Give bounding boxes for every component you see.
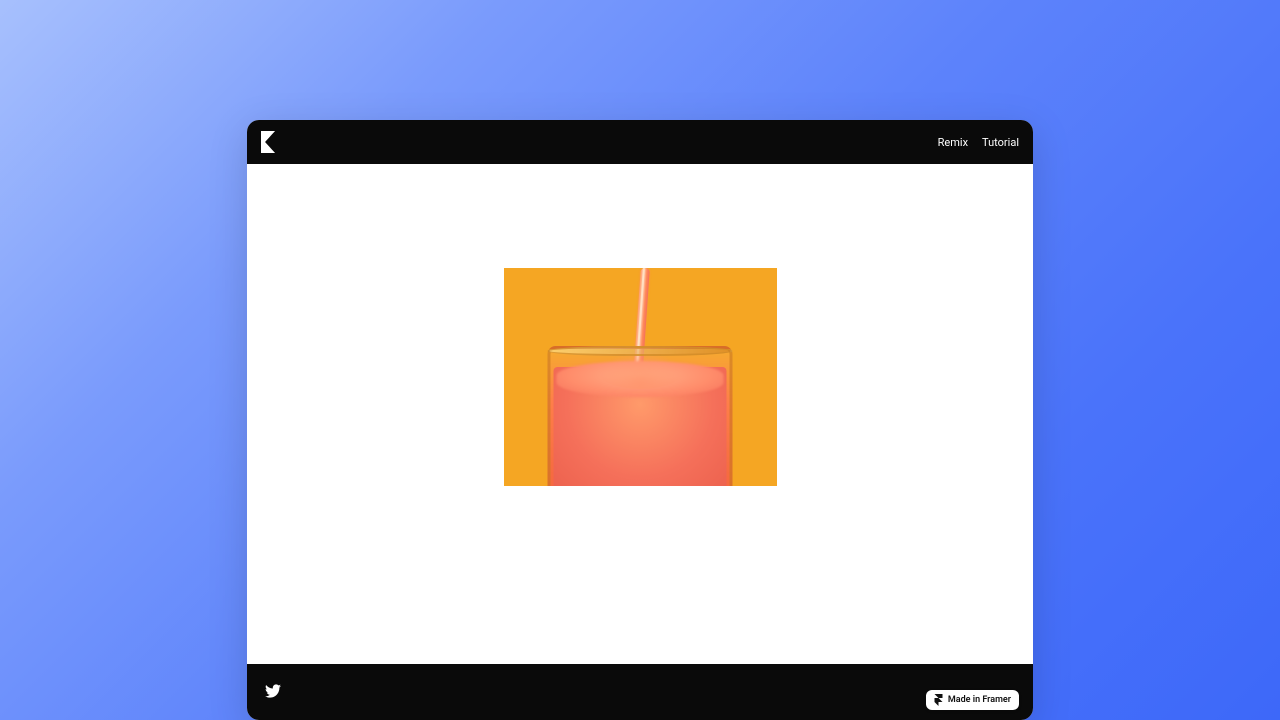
brand-logo[interactable] [261,131,279,153]
framer-icon [934,694,943,706]
topbar: Remix Tutorial [247,120,1033,164]
app-window: Remix Tutorial Ma [247,120,1033,720]
footer: Made in Framer [247,664,1033,720]
glass-rim [548,346,733,356]
nav-link-tutorial[interactable]: Tutorial [982,136,1019,149]
hero-image [504,268,777,486]
glass-body [548,346,733,486]
drink-glass [548,346,733,486]
twitter-link[interactable] [265,683,281,702]
nav-links: Remix Tutorial [938,136,1019,149]
brand-logo-icon [261,131,279,153]
twitter-icon [265,684,281,698]
content-area [247,164,1033,664]
made-in-framer-badge[interactable]: Made in Framer [926,690,1019,710]
made-in-framer-label: Made in Framer [948,695,1011,705]
nav-link-remix[interactable]: Remix [938,136,968,149]
